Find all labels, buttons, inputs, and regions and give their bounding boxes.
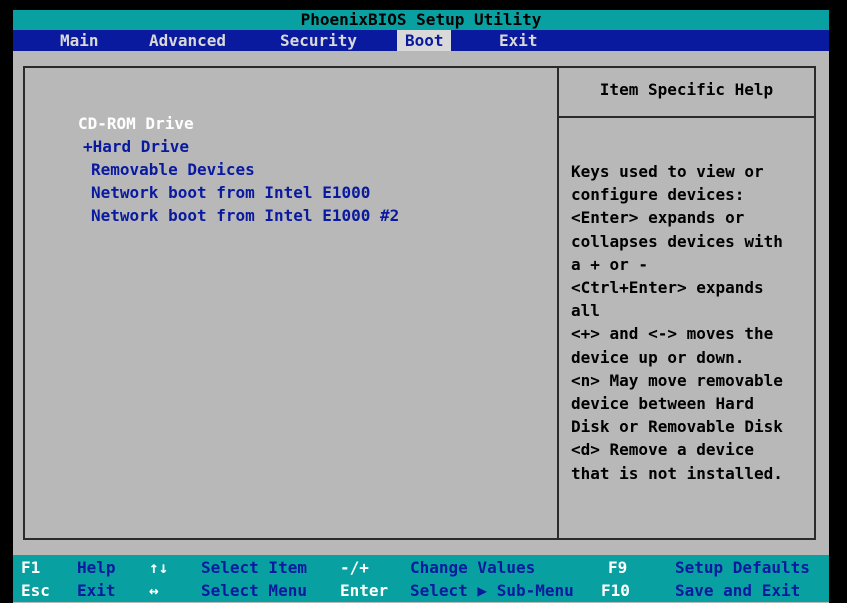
key-esc-label: Exit <box>77 581 116 600</box>
main-panel: CD-ROM Drive +Hard Drive Removable Devic… <box>23 66 816 540</box>
help-line: a + or - <box>571 254 649 274</box>
footer-row-1: F1 Help ↑↓ Select Item -/+ Change Values… <box>13 556 829 579</box>
help-divider-horizontal <box>559 116 814 118</box>
help-line: collapses devices with <box>571 231 783 251</box>
key-up-down-label: Select Item <box>201 558 307 577</box>
help-line: <d> Remove a device <box>571 440 755 460</box>
key-f1: F1 <box>21 558 41 577</box>
boot-item-cdrom[interactable]: CD-ROM Drive <box>78 112 194 135</box>
bios-screen: PhoenixBIOS Setup Utility Main Advanced … <box>13 10 829 603</box>
menu-main[interactable]: Main <box>52 30 107 51</box>
key-left-right-arrows: ↔ <box>149 581 159 600</box>
help-line: Keys used to view or <box>571 162 764 181</box>
help-line: <n> May move removable <box>571 370 783 390</box>
title-bar: PhoenixBIOS Setup Utility <box>13 10 829 30</box>
help-title: Item Specific Help <box>599 80 774 99</box>
footer-row-2: Esc Exit ↔ Select Menu Enter Select ▶ Su… <box>13 579 829 602</box>
key-minus-plus-label: Change Values <box>410 558 536 577</box>
help-line: device up or down. <box>571 347 745 367</box>
help-line: configure devices: <box>571 185 745 205</box>
key-f10: F10 <box>601 581 630 600</box>
menu-security[interactable]: Security <box>272 30 365 51</box>
help-line: Disk or Removable Disk <box>571 417 783 437</box>
help-line: that is not installed. <box>571 463 783 483</box>
boot-item-network-2[interactable]: Network boot from Intel E1000 #2 <box>91 204 399 227</box>
key-f9-label: Setup Defaults <box>675 558 810 577</box>
help-line: all <box>571 301 600 321</box>
help-line: <Enter> expands or <box>571 208 745 228</box>
key-up-down-arrows: ↑↓ <box>149 558 169 577</box>
key-esc: Esc <box>21 581 50 600</box>
key-enter-label: Select ▶ Sub-Menu <box>410 581 574 600</box>
help-line: device between Hard <box>571 394 755 414</box>
menu-boot[interactable]: Boot <box>397 30 451 51</box>
key-f1-label: Help <box>77 558 116 577</box>
key-left-right-label: Select Menu <box>201 581 307 600</box>
panel-divider-vertical <box>557 68 559 538</box>
help-line: <+> and <-> moves the <box>571 324 774 344</box>
boot-item-removable[interactable]: Removable Devices <box>91 158 255 181</box>
key-f9: F9 <box>608 558 628 577</box>
help-text: Keys used to view or configure devices: … <box>571 160 811 485</box>
boot-item-network-1[interactable]: Network boot from Intel E1000 <box>91 181 370 204</box>
key-minus-plus: -/+ <box>340 558 369 577</box>
boot-item-hard-drive[interactable]: +Hard Drive <box>83 135 189 158</box>
title-text: PhoenixBIOS Setup Utility <box>300 10 542 29</box>
menu-exit[interactable]: Exit <box>491 30 546 51</box>
key-enter: Enter <box>340 581 389 600</box>
footer-key-legend: F1 Help ↑↓ Select Item -/+ Change Values… <box>13 555 829 602</box>
menu-bar: Main Advanced Security Boot Exit <box>13 30 829 51</box>
help-line: <Ctrl+Enter> expands <box>571 278 764 298</box>
menu-advanced[interactable]: Advanced <box>141 30 234 51</box>
key-f10-label: Save and Exit <box>675 581 801 600</box>
